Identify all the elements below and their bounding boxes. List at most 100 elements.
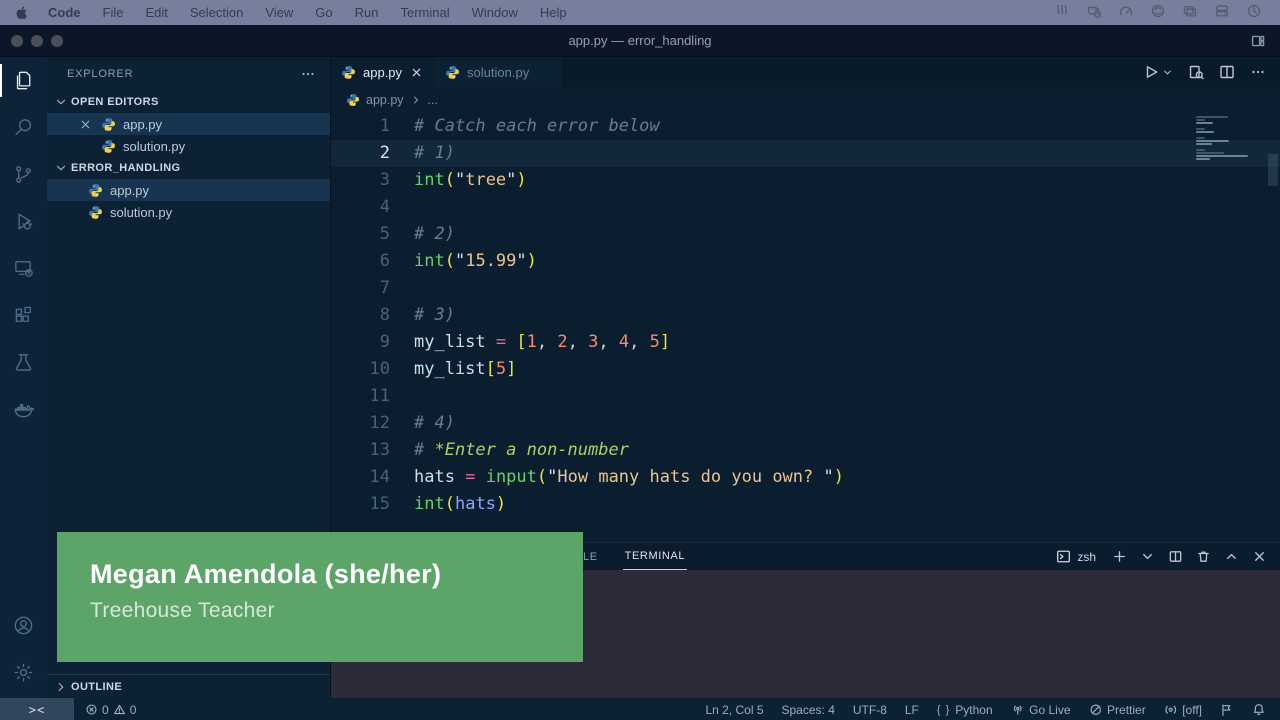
- activity-explorer[interactable]: [0, 57, 47, 104]
- scrollbar[interactable]: [1268, 154, 1278, 186]
- activity-source-control[interactable]: [0, 151, 47, 198]
- code-line-14[interactable]: 14hats = input("How many hats do you own…: [331, 464, 1280, 491]
- code-editor[interactable]: 1# Catch each error below2# 1)3int("tree…: [331, 112, 1280, 542]
- code-line-8[interactable]: 8# 3): [331, 302, 1280, 329]
- section-error-handling[interactable]: ERROR_HANDLING: [47, 157, 330, 179]
- code-line-13[interactable]: 13# *Enter a non-number: [331, 437, 1280, 464]
- customize-layout-icon[interactable]: [1250, 33, 1266, 49]
- sidebar-sections: OPEN EDITORSapp.pysolution.pyERROR_HANDL…: [47, 91, 330, 223]
- run-python-file-icon[interactable]: [1143, 64, 1159, 80]
- breadcrumb-ellipsis[interactable]: ...: [428, 93, 438, 107]
- open-changes-icon[interactable]: [1188, 64, 1204, 80]
- gauge-icon[interactable]: [1118, 3, 1134, 22]
- run-dropdown-icon[interactable]: [1162, 67, 1173, 78]
- panel-tab-fragment[interactable]: LE: [583, 551, 598, 563]
- code-line-15[interactable]: 15int(hats): [331, 491, 1280, 518]
- status-go-live[interactable]: Go Live: [1011, 703, 1071, 717]
- activity-testing[interactable]: [0, 339, 47, 386]
- launch-profile-dropdown-icon[interactable]: [1140, 549, 1155, 564]
- code-line-10[interactable]: 10my_list[5]: [331, 356, 1280, 383]
- status-eol[interactable]: LF: [905, 703, 919, 717]
- steam-icon[interactable]: [1054, 3, 1070, 22]
- dock-stack-icon[interactable]: [1214, 3, 1230, 22]
- close-button[interactable]: [11, 35, 23, 47]
- menu-help[interactable]: Help: [529, 5, 578, 20]
- line-content: int("15.99"): [390, 248, 537, 275]
- code-line-1[interactable]: 1# Catch each error below: [331, 113, 1280, 140]
- file-app.py[interactable]: app.py: [47, 179, 330, 201]
- zoom-button[interactable]: [51, 35, 63, 47]
- activity-extensions[interactable]: [0, 292, 47, 339]
- tab-terminal[interactable]: TERMINAL: [623, 543, 687, 570]
- code-line-12[interactable]: 12# 4): [331, 410, 1280, 437]
- problems-indicator[interactable]: 0 0: [85, 703, 136, 717]
- code-line-3[interactable]: 3int("tree"): [331, 167, 1280, 194]
- menu-code[interactable]: Code: [37, 5, 92, 20]
- kill-terminal-icon[interactable]: [1196, 549, 1211, 564]
- code-line-7[interactable]: 7: [331, 275, 1280, 302]
- sync-globe-icon[interactable]: [1150, 3, 1166, 22]
- code-line-4[interactable]: 4: [331, 194, 1280, 221]
- chevron-down-icon: [54, 95, 68, 109]
- status-feedback[interactable]: [1220, 703, 1234, 717]
- status-prettier[interactable]: Prettier: [1089, 703, 1146, 717]
- clock-icon[interactable]: [1246, 3, 1262, 22]
- coffee-clock-icon[interactable]: [1086, 3, 1102, 22]
- code-line-11[interactable]: 11: [331, 383, 1280, 410]
- activity-remote-explorer[interactable]: [0, 245, 47, 292]
- minimap[interactable]: [1196, 116, 1262, 161]
- activity-docker[interactable]: [0, 386, 47, 433]
- activity-run-and-debug[interactable]: [0, 198, 47, 245]
- file-solution.py[interactable]: solution.py: [47, 201, 330, 223]
- menu-window[interactable]: Window: [461, 5, 529, 20]
- status-indentation[interactable]: Spaces: 4: [782, 703, 835, 717]
- warning-icon: [113, 703, 126, 716]
- apple-logo-icon[interactable]: [14, 5, 29, 20]
- menu-view[interactable]: View: [254, 5, 304, 20]
- python-file-icon: [445, 65, 460, 80]
- code-line-2[interactable]: 2# 1): [331, 140, 1280, 167]
- section-open-editors[interactable]: OPEN EDITORS: [47, 91, 330, 113]
- line-number: 6: [331, 248, 390, 275]
- minimize-button[interactable]: [31, 35, 43, 47]
- code-line-9[interactable]: 9my_list = [1, 2, 3, 4, 5]: [331, 329, 1280, 356]
- close-editor-icon[interactable]: [77, 118, 94, 131]
- tab-close-icon[interactable]: [409, 66, 424, 79]
- menu-run[interactable]: Run: [344, 5, 390, 20]
- maximize-panel-icon[interactable]: [1224, 549, 1239, 564]
- line-number: 14: [331, 464, 390, 491]
- more-actions-icon[interactable]: [1250, 64, 1266, 80]
- status-cursor-position[interactable]: Ln 2, Col 5: [705, 703, 763, 717]
- status-notifications[interactable]: [1252, 703, 1266, 717]
- menu-selection[interactable]: Selection: [179, 5, 254, 20]
- activity-accounts[interactable]: [0, 602, 47, 649]
- menu-file[interactable]: File: [92, 5, 135, 20]
- explorer-more-actions-icon[interactable]: [300, 66, 316, 82]
- menu-go[interactable]: Go: [304, 5, 343, 20]
- new-terminal-icon[interactable]: [1112, 549, 1127, 564]
- activity-settings[interactable]: [0, 649, 47, 696]
- status-screencast-mode[interactable]: [off]: [1164, 703, 1202, 717]
- split-terminal-icon[interactable]: [1168, 549, 1183, 564]
- activity-search[interactable]: [0, 104, 47, 151]
- code-line-6[interactable]: 6int("15.99"): [331, 248, 1280, 275]
- status-language-mode[interactable]: { }Python: [937, 703, 993, 717]
- close-panel-icon[interactable]: [1252, 549, 1267, 564]
- warning-count: 0: [130, 703, 137, 717]
- line-content: [390, 194, 414, 221]
- breadcrumb-file[interactable]: app.py: [366, 93, 404, 107]
- tab-solution.py[interactable]: solution.py: [435, 57, 562, 87]
- screen-mirroring-icon[interactable]: [1182, 3, 1198, 22]
- menu-edit[interactable]: Edit: [134, 5, 178, 20]
- split-editor-icon[interactable]: [1219, 64, 1235, 80]
- outline-section[interactable]: OUTLINE: [47, 674, 330, 698]
- open-editor-solution.py[interactable]: solution.py: [47, 135, 330, 157]
- open-editor-app.py[interactable]: app.py: [47, 113, 330, 135]
- status-encoding[interactable]: UTF-8: [853, 703, 887, 717]
- remote-indicator[interactable]: ><: [0, 698, 74, 720]
- shell-badge[interactable]: zsh: [1056, 549, 1096, 564]
- menu-terminal[interactable]: Terminal: [390, 5, 461, 20]
- breadcrumb[interactable]: app.py ...: [331, 87, 1280, 112]
- tab-app.py[interactable]: app.py: [331, 57, 435, 87]
- code-line-5[interactable]: 5# 2): [331, 221, 1280, 248]
